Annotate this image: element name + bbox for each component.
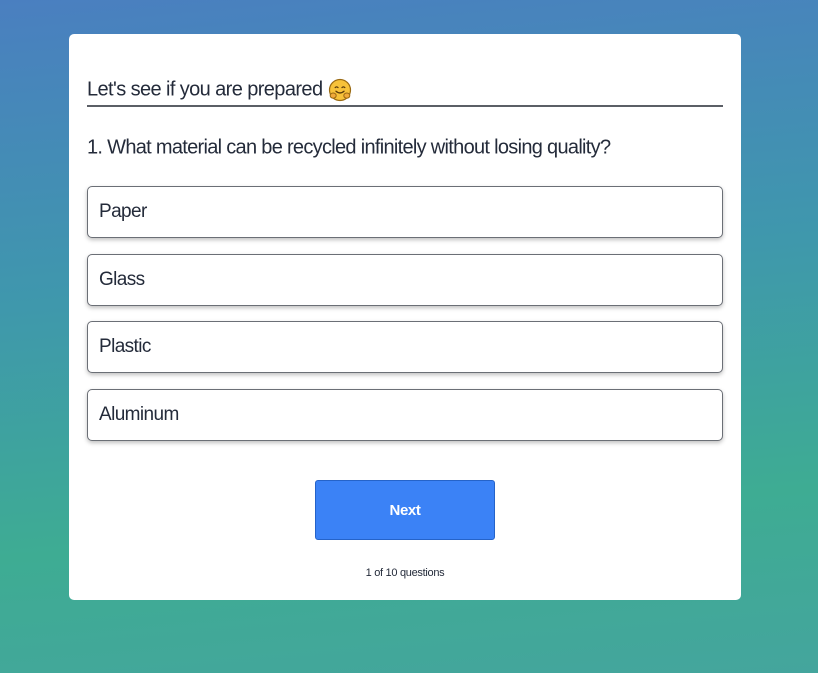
answer-option-label: Glass	[99, 269, 145, 290]
answer-option-plastic[interactable]: Plastic	[87, 321, 723, 373]
answer-option-glass[interactable]: Glass	[87, 254, 723, 306]
answer-option-label: Paper	[99, 201, 147, 222]
quiz-title-text: Let's see if you are prepared	[87, 78, 323, 101]
quiz-title: Let's see if you are prepared	[87, 78, 352, 102]
answer-option-label: Plastic	[99, 336, 151, 357]
answer-options: Paper Glass Plastic Aluminum	[87, 186, 723, 457]
next-button[interactable]: Next	[315, 480, 495, 540]
answer-option-label: Aluminum	[99, 404, 179, 425]
question-progress: 1 of 10 questions	[365, 567, 445, 579]
title-divider	[87, 105, 723, 107]
answer-option-paper[interactable]: Paper	[87, 186, 723, 238]
hugging-face-emoji-icon	[328, 78, 352, 102]
quiz-card: Let's see if you are prepared 1. What ma…	[69, 34, 741, 600]
answer-option-aluminum[interactable]: Aluminum	[87, 389, 723, 441]
question-text: 1. What material can be recycled infinit…	[87, 136, 611, 159]
